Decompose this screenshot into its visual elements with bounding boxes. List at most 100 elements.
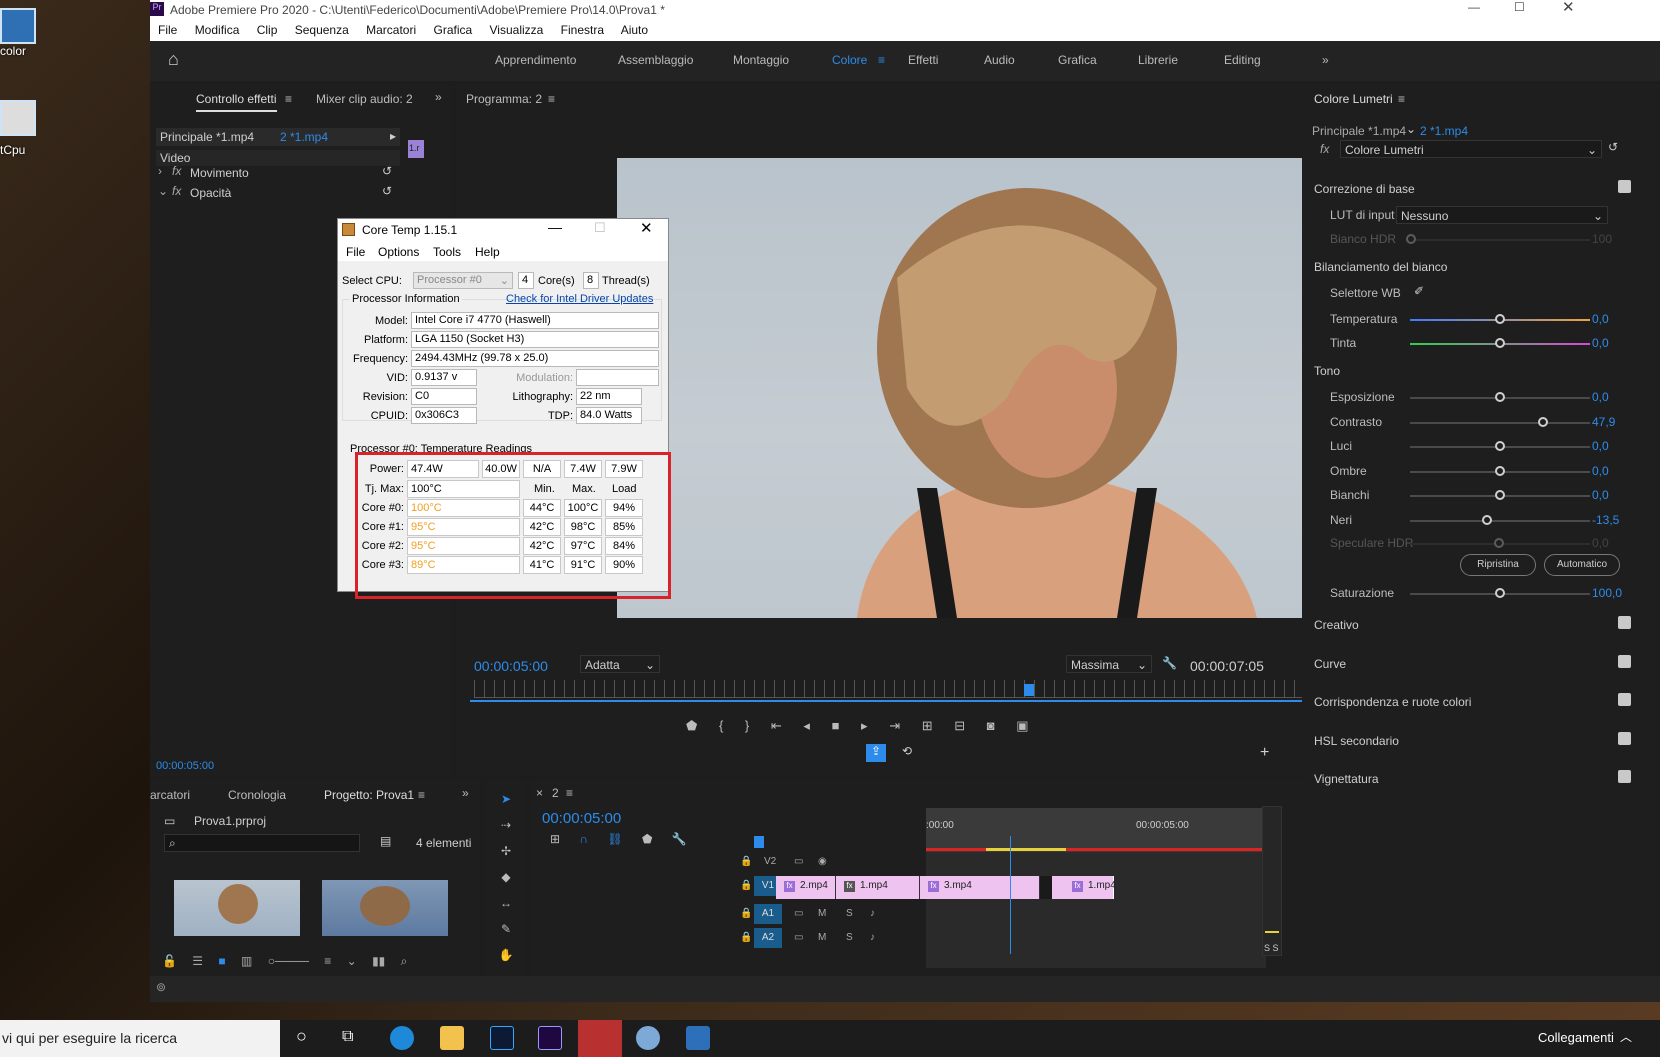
find-icon[interactable]: ⌕ [401, 954, 408, 968]
section-checkbox[interactable] [1618, 731, 1631, 745]
slider-value[interactable]: 0,0 [1592, 336, 1609, 350]
menu-aiuto[interactable]: Aiuto [621, 23, 648, 37]
file-explorer-icon[interactable] [440, 1026, 464, 1050]
chevron-down-icon[interactable]: ⌄ [347, 954, 357, 968]
more-workspaces-icon[interactable]: » [1322, 53, 1329, 67]
photos-icon[interactable] [686, 1026, 710, 1050]
tab-controllo-effetti[interactable]: Controllo effetti [196, 92, 277, 112]
track-a1[interactable]: A1 [754, 904, 782, 924]
slider-value[interactable]: 100,0 [1592, 586, 1622, 600]
fit-dropdown[interactable]: Adatta ⌄ [580, 655, 660, 673]
lumetri-slider[interactable]: Contrasto 47,9 [1302, 411, 1632, 435]
track-v2[interactable]: V2 [764, 856, 776, 867]
paint-icon[interactable] [636, 1026, 660, 1050]
lumetri-title[interactable]: Colore Lumetri [1314, 92, 1393, 106]
selection-tool-icon[interactable]: ➤ [496, 792, 516, 812]
tab-mixer-clip-audio[interactable]: Mixer clip audio: 2 [316, 92, 413, 106]
go-to-out-icon[interactable]: ⇥ [889, 718, 900, 733]
mic-icon[interactable]: ♪ [870, 932, 875, 943]
solo-button[interactable]: S [846, 908, 853, 919]
panel-menu-icon[interactable]: ≡ [285, 92, 292, 106]
step-back-icon[interactable]: ◂ [803, 718, 810, 733]
sort-icon[interactable]: ≡ [324, 954, 331, 968]
thumbnail[interactable] [174, 880, 300, 936]
lift-icon[interactable]: ⊞ [922, 718, 933, 733]
panel-menu-icon[interactable]: ≡ [418, 788, 425, 802]
mark-out-icon[interactable]: } [745, 718, 749, 733]
track-a2[interactable]: A2 [754, 928, 782, 948]
section-checkbox[interactable] [1618, 770, 1631, 783]
list-view-icon[interactable]: ☰ [192, 954, 203, 968]
tab-colore[interactable]: Colore [832, 53, 867, 67]
tab-grafica[interactable]: Grafica [1058, 53, 1097, 67]
compare-icon[interactable]: ▣ [1016, 718, 1028, 733]
section-tone[interactable]: Tono [1314, 364, 1340, 378]
minimize-icon[interactable]: — [1468, 0, 1480, 14]
reset-icon[interactable]: ↺ [382, 184, 392, 198]
menu-options[interactable]: Options [378, 245, 419, 259]
section-header[interactable]: Creativo [1314, 618, 1359, 632]
freeform-view-icon[interactable]: ▥ [241, 954, 252, 968]
thumbnail[interactable] [322, 880, 448, 936]
expand-icon[interactable]: › [158, 164, 162, 178]
lumetri-slider[interactable]: Esposizione 0,0 [1302, 386, 1632, 410]
lumetri-slider[interactable]: Luci 0,0 [1302, 435, 1632, 459]
hand-icon[interactable]: ✋ [496, 948, 516, 968]
section-basic[interactable]: Correzione di base [1314, 182, 1415, 196]
step-forward-icon[interactable]: ▸ [861, 718, 868, 733]
lumetri-target[interactable]: 2 *1.mp4 [1420, 124, 1468, 138]
section-checkbox[interactable] [1618, 654, 1631, 668]
premiere-taskbar-icon[interactable] [538, 1026, 562, 1050]
collapse-icon[interactable]: ⌄ [158, 184, 168, 198]
sync-icon[interactable]: ▭ [794, 932, 803, 943]
section-header[interactable]: Vignettatura [1314, 772, 1379, 786]
menu-modifica[interactable]: Modifica [195, 23, 240, 37]
section-checkbox[interactable] [1618, 180, 1631, 193]
lock-icon[interactable]: 🔒 [740, 880, 752, 891]
desktop-coretemp-icon[interactable] [0, 100, 36, 136]
icon-view-icon[interactable]: ■ [218, 954, 225, 968]
lumetri-slider[interactable]: Tinta 0,0 [1302, 332, 1632, 356]
slider-knob[interactable] [1495, 338, 1505, 348]
lut-dropdown[interactable]: Nessuno ⌄ [1396, 206, 1608, 224]
lock-icon[interactable]: 🔒 [740, 908, 752, 919]
program-title[interactable]: Programma: 2 [466, 92, 542, 106]
play-icon[interactable]: ▸ [390, 129, 396, 143]
close-icon[interactable]: ✕ [1562, 0, 1575, 16]
mute-button[interactable]: M [818, 932, 826, 943]
sync-icon[interactable]: ▭ [794, 908, 803, 919]
reset-icon[interactable]: ↺ [1608, 140, 1618, 154]
eye-icon[interactable]: ◉ [818, 856, 827, 867]
slider-value[interactable]: 47,9 [1592, 415, 1615, 429]
lock-icon[interactable]: 🔓 [162, 954, 177, 968]
slider-value[interactable]: 0,0 [1592, 439, 1609, 453]
timeline-clip[interactable]: fx 3.mp4 [920, 876, 1040, 899]
tab-assemblaggio[interactable]: Assemblaggio [618, 53, 693, 67]
tray-label[interactable]: Collegamenti [1538, 1030, 1614, 1045]
extract-icon[interactable]: ⊟ [954, 718, 965, 733]
close-tab-icon[interactable]: × [536, 786, 543, 800]
pen-icon[interactable]: ✎ [496, 922, 516, 942]
panel-menu-icon[interactable]: ≡ [566, 786, 573, 800]
menu-visualizza[interactable]: Visualizza [490, 23, 544, 37]
task-view-icon[interactable]: ⧉ [342, 1028, 353, 1046]
zoom-bar[interactable] [470, 700, 1440, 702]
wrench-icon[interactable]: 🔧 [1162, 656, 1177, 670]
timeline-playhead-handle[interactable] [754, 836, 764, 848]
tab-editing[interactable]: Editing [1224, 53, 1261, 67]
edge-icon[interactable] [390, 1026, 414, 1050]
more-panels-icon[interactable]: » [435, 90, 442, 104]
menu-clip[interactable]: Clip [257, 23, 278, 37]
tab-montaggio[interactable]: Montaggio [733, 53, 789, 67]
solo-meter-button[interactable]: S S [1264, 943, 1279, 953]
slider-value[interactable]: 0,0 [1592, 390, 1609, 404]
program-time-ruler[interactable] [474, 680, 1434, 698]
slip-icon[interactable]: ↔ [496, 896, 516, 916]
home-icon[interactable]: ⌂ [168, 49, 179, 70]
slider-knob[interactable] [1495, 465, 1505, 476]
slider-knob[interactable] [1495, 490, 1505, 500]
razor-icon[interactable]: ◆ [496, 870, 516, 890]
panel-menu-icon[interactable]: ≡ [1398, 92, 1405, 106]
lock-icon[interactable]: 🔒 [740, 856, 752, 867]
lumetri-slider[interactable]: Saturazione 100,0 [1302, 582, 1632, 606]
